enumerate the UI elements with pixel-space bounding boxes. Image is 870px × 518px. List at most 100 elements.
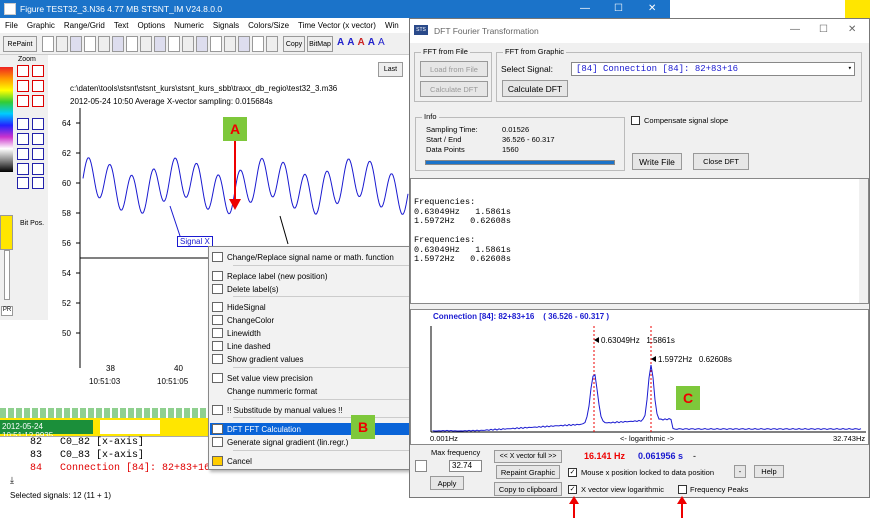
signal-row-name[interactable]: C0_83 [x-axis] — [60, 450, 144, 461]
toolbar-tool-12-icon[interactable] — [210, 36, 222, 52]
text-scrollbar[interactable] — [859, 179, 868, 303]
tool-square-15-icon[interactable] — [32, 177, 44, 189]
calculate-dft-file-button[interactable]: Calculate DFT — [420, 81, 488, 97]
context-menu-item-8[interactable]: Set value view precision — [210, 372, 430, 384]
menu-item-4[interactable]: Options — [138, 21, 166, 30]
menu-item-6[interactable]: Signals — [213, 21, 239, 30]
dft-close-icon[interactable]: ✕ — [848, 24, 856, 35]
dft-maximize-icon[interactable]: ☐ — [819, 24, 828, 35]
context-menu-item-2[interactable]: Delete label(s) — [210, 283, 430, 295]
context-menu-item-0[interactable]: Change/Replace signal name or math. func… — [210, 251, 430, 263]
tool-square-12-icon[interactable] — [17, 163, 29, 175]
tool-square-13-icon[interactable] — [32, 163, 44, 175]
apply-button[interactable]: Apply — [430, 476, 464, 490]
frequency-peaks-checkbox[interactable] — [678, 485, 687, 494]
toolbar-tool-11-icon[interactable] — [196, 36, 208, 52]
menu-item-9[interactable]: Win — [385, 21, 399, 30]
signal-row-index[interactable]: 82 — [30, 437, 42, 448]
menu-item-5[interactable]: Numeric — [174, 21, 204, 30]
context-menu-item-12[interactable]: Generate signal gradient (lin.regr.) — [210, 436, 430, 448]
tool-square-3-icon[interactable] — [32, 80, 44, 92]
context-menu-item-13[interactable]: Cancel — [210, 455, 430, 467]
toolbar-tool-4-icon[interactable] — [98, 36, 110, 52]
toolbar-tool-5-icon[interactable] — [112, 36, 124, 52]
repaint-button[interactable]: RePaint — [3, 36, 37, 52]
toolbar-tool-8-icon[interactable] — [154, 36, 166, 52]
help-button[interactable]: Help — [754, 465, 784, 478]
toolbar-tool-10-icon[interactable] — [182, 36, 194, 52]
color-palette[interactable] — [0, 67, 13, 172]
signal-row-index[interactable]: 83 — [30, 450, 42, 461]
context-menu-item-6[interactable]: Line dashed — [210, 340, 430, 352]
tool-square-11-icon[interactable] — [32, 148, 44, 160]
tool-square-1-icon[interactable] — [32, 65, 44, 77]
toolbar-tool-0-icon[interactable] — [42, 36, 54, 52]
dft-minimize-icon[interactable]: — — [790, 24, 800, 35]
menu-item-7[interactable]: Colors/Size — [248, 21, 289, 30]
compensate-checkbox[interactable] — [631, 116, 640, 125]
tool-square-6-icon[interactable] — [17, 118, 29, 130]
tool-square-7-icon[interactable] — [32, 118, 44, 130]
x-log-checkbox[interactable]: ✓ — [568, 485, 577, 494]
chevron-down-icon[interactable]: ▾ — [848, 63, 852, 75]
menu-item-8[interactable]: Time Vector (x vector) — [298, 21, 376, 30]
select-signal-dropdown[interactable]: [84] Connection [84]: 82+83+16 ▾ — [571, 62, 855, 76]
font-bold-icon[interactable]: A — [368, 37, 375, 51]
minimize-icon[interactable]: — — [580, 3, 590, 14]
bitmap-button[interactable]: BitMap — [307, 36, 333, 52]
context-menu-item-4[interactable]: ChangeColor — [210, 314, 430, 326]
context-menu-item-1[interactable]: Replace label (new position) — [210, 270, 430, 282]
tool-square-9-icon[interactable] — [32, 133, 44, 145]
tool-square-2-icon[interactable] — [17, 80, 29, 92]
context-menu-item-7[interactable]: Show gradient values — [210, 353, 430, 365]
context-menu-item-5[interactable]: Linewidth▸ — [210, 327, 430, 339]
write-file-button[interactable]: Write File — [632, 153, 682, 170]
menu-item-3[interactable]: Text — [114, 21, 129, 30]
calculate-dft-button[interactable]: Calculate DFT — [502, 80, 568, 97]
x-vector-full-button[interactable]: << X vector full >> — [494, 450, 562, 463]
font-italic-icon[interactable]: A — [378, 37, 385, 51]
signal-row-index[interactable]: 84 — [30, 463, 42, 474]
toolbar-tool-15-icon[interactable] — [252, 36, 264, 52]
maximize-icon[interactable]: ☐ — [614, 3, 623, 14]
context-menu-item-9[interactable]: Change nummeric format▸ — [210, 385, 430, 397]
toolbar-tool-7-icon[interactable] — [140, 36, 152, 52]
close-dft-button[interactable]: Close DFT — [693, 153, 749, 170]
frequency-text-output[interactable]: Frequencies: 0.63049Hz 1.5861s 1.5972Hz … — [410, 178, 869, 304]
load-from-file-button[interactable]: Load from File — [420, 61, 488, 77]
signal-x-line[interactable] — [82, 157, 409, 215]
toolbar-tool-3-icon[interactable] — [84, 36, 96, 52]
context-menu-item-10[interactable]: !! Substitude by manual values !! — [210, 404, 430, 416]
context-menu-item-3[interactable]: HideSignal — [210, 301, 430, 313]
context-menu-item-11[interactable]: DFT FFT Calculation — [210, 423, 430, 435]
toolbar-tool-2-icon[interactable] — [70, 36, 82, 52]
toolbar-tool-9-icon[interactable] — [168, 36, 180, 52]
mouse-locked-checkbox[interactable]: ✓ — [568, 468, 577, 477]
menu-item-1[interactable]: Graphic — [27, 21, 55, 30]
font-grow-icon[interactable]: A — [337, 37, 344, 51]
spectrum-plot[interactable] — [411, 310, 870, 446]
font-color-icon[interactable]: A — [357, 37, 364, 51]
tool-square-0-icon[interactable] — [17, 65, 29, 77]
toolbar-tool-16-icon[interactable] — [266, 36, 278, 52]
tool-square-8-icon[interactable] — [17, 133, 29, 145]
copy-to-clipboard-button[interactable]: Copy to clipboard — [494, 482, 562, 496]
toolbar-tool-13-icon[interactable] — [224, 36, 236, 52]
last-button[interactable]: Last — [378, 62, 403, 77]
toolbar-tool-6-icon[interactable] — [126, 36, 138, 52]
signal-row-name[interactable]: Connection [84]: 82+83+16 — [60, 463, 210, 474]
max-frequency-spinner[interactable] — [415, 460, 427, 472]
max-frequency-input[interactable]: 32.74 — [449, 460, 482, 472]
signal-row-name[interactable]: C0_82 [x-axis] — [60, 437, 144, 448]
close-icon[interactable]: ✕ — [648, 3, 656, 14]
pr-button[interactable]: PR — [1, 306, 13, 316]
toolbar-tool-1-icon[interactable] — [56, 36, 68, 52]
tool-square-10-icon[interactable] — [17, 148, 29, 160]
repaint-graphic-button[interactable]: Repaint Graphic — [496, 465, 560, 479]
menu-item-2[interactable]: Range/Grid — [64, 21, 105, 30]
tool-square-4-icon[interactable] — [17, 95, 29, 107]
menu-item-0[interactable]: File — [5, 21, 18, 30]
vertical-scroll[interactable] — [4, 250, 10, 300]
tool-square-5-icon[interactable] — [32, 95, 44, 107]
copy-button[interactable]: Copy — [283, 36, 305, 52]
